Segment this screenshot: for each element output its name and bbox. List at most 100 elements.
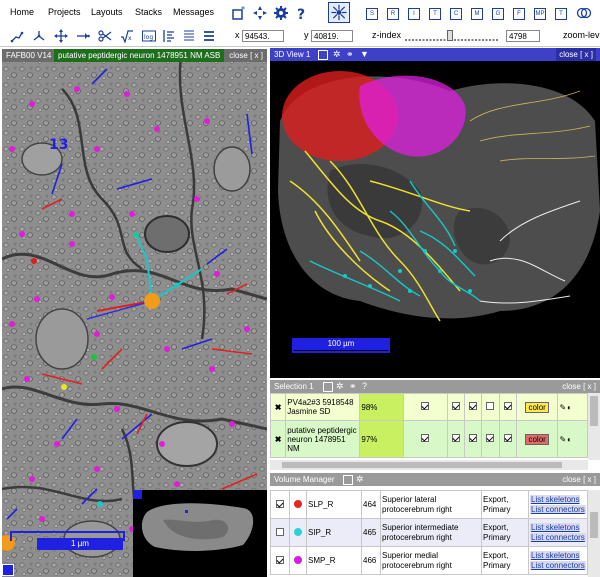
- z-index-slider-thumb[interactable]: [447, 30, 454, 41]
- stack-viewer[interactable]: 13 FAFB00 V14 close [ x ] putative pepti…: [2, 49, 267, 577]
- view3d-filter-icon[interactable]: ▼: [360, 48, 369, 61]
- view-button-f[interactable]: F: [513, 8, 525, 20]
- tracing-tool-icon[interactable]: [328, 2, 350, 23]
- z-index-input[interactable]: 4798: [506, 30, 540, 42]
- view-button-mp[interactable]: MP: [534, 8, 546, 20]
- remove-row-icon[interactable]: ✖: [270, 420, 287, 458]
- brain-render[interactable]: [270, 61, 600, 378]
- settings-gear-icon[interactable]: [272, 4, 290, 22]
- volume-window-icon[interactable]: [343, 475, 353, 485]
- table-row[interactable]: SLP_R 464 Superior lateral protocerebrum…: [270, 490, 588, 519]
- selection-horizontal-scrollbar[interactable]: [270, 460, 588, 470]
- volume-vertical-scrollbar[interactable]: [588, 490, 600, 577]
- navigate-icon[interactable]: [251, 4, 269, 22]
- y-coord-input[interactable]: 40819.: [311, 30, 353, 42]
- list-icon[interactable]: [200, 27, 218, 45]
- overview-toggle-icon[interactable]: [133, 490, 142, 499]
- new-widget-icon[interactable]: *: [230, 4, 248, 22]
- list-connectors-link[interactable]: List connectors: [530, 560, 586, 570]
- connector-tool-icon[interactable]: [74, 27, 92, 45]
- menu-layouts[interactable]: Layouts: [91, 7, 123, 17]
- selection-help-icon[interactable]: ?: [362, 380, 367, 393]
- selection-link-icon[interactable]: ⚭: [349, 380, 357, 393]
- skeleton-tracing-icon[interactable]: [8, 27, 26, 45]
- view3d-close-button[interactable]: close [ x ]: [556, 48, 596, 61]
- color-button[interactable]: color: [525, 401, 549, 413]
- presynaptic-checkbox[interactable]: [451, 434, 460, 442]
- stack-overview[interactable]: [133, 490, 267, 577]
- remove-row-icon[interactable]: ✖: [270, 393, 287, 421]
- list-connectors-link[interactable]: List connectors: [530, 532, 586, 542]
- view3d-settings-icon[interactable]: ✲: [333, 48, 341, 61]
- log-icon[interactable]: log: [140, 27, 158, 45]
- selection-settings-icon[interactable]: ✲: [336, 380, 344, 393]
- view-button-s[interactable]: S: [366, 8, 378, 20]
- stack-settings-icon[interactable]: [2, 564, 14, 576]
- view-button-t[interactable]: T: [429, 8, 441, 20]
- volume-visible-checkbox[interactable]: [276, 499, 284, 508]
- stack-close-button[interactable]: close [ x ]: [229, 49, 263, 62]
- menu-home[interactable]: Home: [10, 7, 34, 17]
- menu-projects[interactable]: Projects: [48, 7, 81, 17]
- presynaptic-checkbox[interactable]: [451, 402, 460, 410]
- help-icon[interactable]: ?: [293, 4, 311, 22]
- view3d-titlebar[interactable]: 3D View 1 ✲ ⚭ ▼ close [ x ]: [270, 48, 600, 61]
- view-button-t2[interactable]: T: [555, 8, 567, 20]
- volume-action[interactable]: Export, Primary: [481, 546, 529, 575]
- view-3d[interactable]: 3D View 1 ✲ ⚭ ▼ close [ x ] 100 µm: [270, 48, 600, 378]
- selected-checkbox[interactable]: [421, 434, 430, 442]
- table-row[interactable]: SMP_R 466 Superior medial protocerebrum …: [270, 546, 588, 575]
- selection-close-button[interactable]: close [ x ]: [562, 380, 596, 393]
- table-row[interactable]: ✖ putative peptidergic neuron 1478951 NM…: [270, 420, 588, 458]
- svg-text:log: log: [144, 34, 153, 41]
- postsynaptic-checkbox[interactable]: [469, 434, 478, 442]
- meta-checkbox[interactable]: [486, 434, 495, 442]
- row-actions-icon[interactable]: ✎◖: [557, 420, 588, 458]
- list-skeletons-link[interactable]: List skeletons: [530, 522, 581, 532]
- table-row[interactable]: SIP_R 465 Superior intermediate protocer…: [270, 518, 588, 547]
- selection-vertical-scrollbar[interactable]: [588, 393, 600, 460]
- volume-color-dot[interactable]: [294, 555, 302, 564]
- view-button-m[interactable]: M: [471, 8, 483, 20]
- volume-action[interactable]: Export, Primary: [481, 518, 529, 547]
- meta-checkbox[interactable]: [486, 402, 495, 410]
- volume-action[interactable]: Export, Primary: [481, 490, 529, 519]
- menu-messages[interactable]: Messages: [173, 7, 214, 17]
- move-icon[interactable]: [52, 27, 70, 45]
- view-button-c[interactable]: C: [450, 8, 462, 20]
- view-button-i[interactable]: I: [408, 8, 420, 20]
- volume-manager-titlebar[interactable]: Volume Manager ✲ close [ x ]: [270, 473, 600, 486]
- volume-close-button[interactable]: close [ x ]: [562, 473, 596, 486]
- list-skeletons-link[interactable]: List skeletons: [530, 550, 581, 560]
- text-checkbox[interactable]: [503, 402, 512, 410]
- volume-visible-checkbox[interactable]: [276, 527, 284, 536]
- table-row[interactable]: ✖ PV4a2#3 5918548 Jasmine SD 98% color ✎…: [270, 393, 588, 421]
- selection-titlebar[interactable]: Selection 1 ✲ ⚭ ? close [ x ]: [270, 380, 600, 393]
- skeleton-name[interactable]: PV4a2#3 5918548 Jasmine SD: [285, 393, 361, 421]
- align-icon[interactable]: [160, 27, 178, 45]
- selection-window-icon[interactable]: [323, 382, 333, 392]
- view3d-window-icon[interactable]: [318, 50, 328, 60]
- list-skeletons-link[interactable]: List skeletons: [530, 494, 581, 504]
- branch-tool-icon[interactable]: [30, 27, 48, 45]
- selected-checkbox[interactable]: [421, 402, 430, 410]
- color-button[interactable]: color: [525, 433, 549, 445]
- x-coord-input[interactable]: 94543.: [242, 30, 284, 42]
- skeleton-name[interactable]: putative peptidergic neuron 1478951 NM: [285, 420, 361, 458]
- volume-color-dot[interactable]: [294, 499, 302, 508]
- row-actions-icon[interactable]: ✎◖: [557, 393, 588, 421]
- list-connectors-link[interactable]: List connectors: [530, 504, 586, 514]
- view-button-g[interactable]: G: [492, 8, 504, 20]
- scissors-icon[interactable]: [96, 27, 114, 45]
- postsynaptic-checkbox[interactable]: [469, 402, 478, 410]
- volume-settings-icon[interactable]: ✲: [356, 473, 364, 486]
- view-button-r[interactable]: R: [387, 8, 399, 20]
- menu-stacks[interactable]: Stacks: [135, 7, 162, 17]
- venn-icon[interactable]: [575, 4, 593, 22]
- view3d-link-icon[interactable]: ⚭: [346, 48, 354, 61]
- text-checkbox[interactable]: [503, 434, 512, 442]
- volume-visible-checkbox[interactable]: [276, 555, 284, 564]
- columns-icon[interactable]: [180, 27, 198, 45]
- volume-color-dot[interactable]: [294, 527, 302, 536]
- sqrt-x-icon[interactable]: x: [118, 27, 136, 45]
